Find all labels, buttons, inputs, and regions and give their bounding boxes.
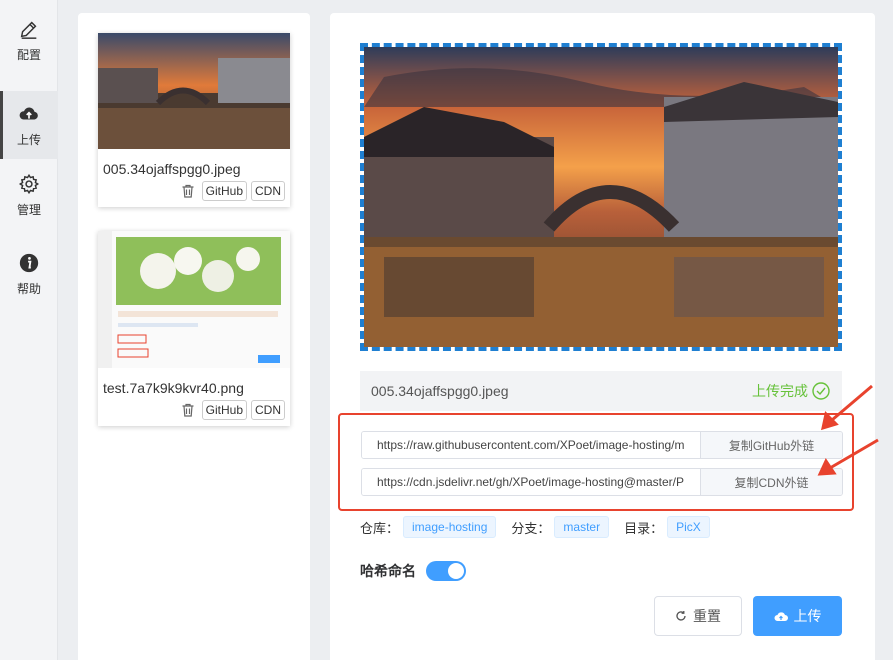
nav-label-help: 帮助	[16, 281, 41, 296]
nav-item-config[interactable]: 配置	[0, 6, 58, 74]
image-gallery-panel: 005.34ojaffspgg0.jpeg GitHub CDN test.7a…	[78, 13, 310, 660]
gear-icon	[18, 173, 40, 194]
copy-cdn-button[interactable]: CDN	[251, 181, 285, 201]
copy-github-link-button[interactable]: 复制GitHub外链	[701, 432, 842, 458]
trash-icon[interactable]	[180, 183, 196, 199]
links-highlight-box: https://raw.githubusercontent.com/XPoet/…	[338, 413, 854, 511]
dir-tag: PicX	[667, 516, 710, 538]
refresh-icon	[676, 611, 686, 621]
upload-label: 上传	[793, 608, 822, 624]
upload-panel: 005.34ojaffspgg0.jpeg 上传完成 https://raw.g…	[330, 13, 875, 660]
branch-label: 分支：	[511, 520, 551, 536]
image-filename: test.7a7k9k9kvr40.png	[103, 380, 244, 396]
nav-item-manage[interactable]: 管理	[0, 161, 58, 229]
upload-button[interactable]: 上传	[753, 596, 842, 636]
github-link-row: https://raw.githubusercontent.com/XPoet/…	[361, 431, 843, 459]
copy-github-button[interactable]: GitHub	[201, 400, 247, 420]
cdn-link-row: https://cdn.jsdelivr.net/gh/XPoet/image-…	[361, 468, 843, 496]
upload-filename: 005.34ojaffspgg0.jpeg	[371, 383, 509, 399]
check-circle-icon	[812, 382, 830, 400]
side-nav: 配置 上传 管理 帮助	[0, 0, 58, 660]
copy-cdn-link-button[interactable]: 复制CDN外链	[701, 469, 842, 495]
trash-icon[interactable]	[180, 402, 196, 418]
upload-status-text: 上传完成	[752, 383, 808, 399]
upload-dropzone[interactable]	[360, 43, 842, 351]
preview-image	[364, 47, 838, 347]
hash-naming-row: 哈希命名	[360, 561, 466, 581]
copy-github-button[interactable]: GitHub	[201, 181, 247, 201]
upload-file-bar: 005.34ojaffspgg0.jpeg 上传完成	[360, 371, 842, 411]
nav-label-manage: 管理	[16, 202, 41, 217]
reset-label: 重置	[693, 608, 721, 624]
nav-item-upload[interactable]: 上传	[0, 91, 58, 159]
reset-button[interactable]: 重置	[654, 596, 742, 636]
image-card[interactable]: test.7a7k9k9kvr40.png GitHub CDN	[98, 231, 290, 426]
github-url-input[interactable]: https://raw.githubusercontent.com/XPoet/…	[362, 432, 701, 458]
image-card[interactable]: 005.34ojaffspgg0.jpeg GitHub CDN	[98, 33, 290, 207]
copy-cdn-button[interactable]: CDN	[251, 400, 285, 420]
image-thumbnail[interactable]	[98, 33, 290, 149]
repo-info: 仓库： image-hosting 分支： master 目录： PicX	[360, 516, 725, 538]
info-icon	[19, 253, 39, 272]
image-thumbnail[interactable]	[98, 231, 290, 368]
dir-label: 目录：	[624, 520, 664, 536]
cloud-upload-icon	[19, 107, 38, 119]
hash-naming-label: 哈希命名	[360, 563, 416, 579]
nav-label-upload: 上传	[16, 132, 41, 147]
cloud-upload-icon	[774, 612, 788, 621]
nav-item-help[interactable]: 帮助	[0, 240, 58, 308]
upload-status: 上传完成	[752, 381, 830, 401]
repo-tag: image-hosting	[403, 516, 497, 538]
repo-label: 仓库：	[360, 520, 400, 536]
nav-label-config: 配置	[16, 47, 41, 62]
hash-naming-toggle[interactable]	[426, 561, 466, 581]
pencil-icon	[20, 21, 37, 39]
branch-tag: master	[554, 516, 610, 538]
image-filename: 005.34ojaffspgg0.jpeg	[103, 161, 241, 177]
cdn-url-input[interactable]: https://cdn.jsdelivr.net/gh/XPoet/image-…	[362, 469, 701, 495]
